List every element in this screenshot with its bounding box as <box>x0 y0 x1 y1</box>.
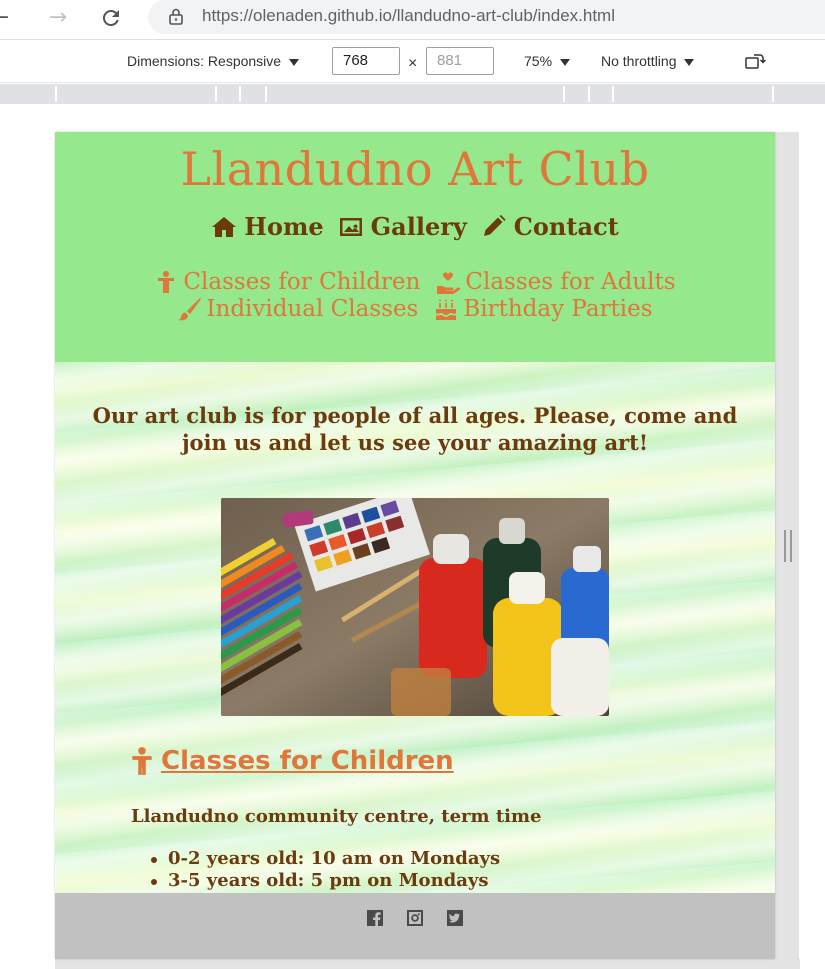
throttling-label: No throttling <box>601 53 677 69</box>
nav-classes-children-label: Classes for Children <box>183 268 421 295</box>
url-text[interactable]: https://olenaden.github.io/llandudno-art… <box>202 6 615 26</box>
classes-nav-row: Classes for Children Classes for Adults <box>55 268 775 295</box>
nav-gallery-link[interactable]: Gallery <box>338 212 467 241</box>
ruler-tick <box>55 86 57 102</box>
zoom-dropdown[interactable]: 75% <box>524 53 571 69</box>
main-content: Our art club is for people of all ages. … <box>55 362 775 893</box>
emulated-page: Llandudno Art Club Home Gallery Contact … <box>55 132 775 959</box>
width-input[interactable]: 768 <box>332 47 400 75</box>
art-supplies-illustration <box>221 498 609 716</box>
location-text: Llandudno community centre, term time <box>131 806 542 827</box>
site-title[interactable]: Llandudno Art Club <box>55 142 775 196</box>
nav-classes-adults-link[interactable]: Classes for Adults <box>436 268 676 295</box>
ruler-tick <box>588 86 590 102</box>
twitter-link[interactable] <box>446 909 464 927</box>
ruler-tick <box>265 86 267 102</box>
facebook-link[interactable] <box>366 909 384 927</box>
classes-nav-row: Individual Classes Birthday Parties <box>55 295 775 322</box>
facebook-icon <box>367 910 383 926</box>
browser-toolbar: ← → https://olenaden.github.io/llandudno… <box>0 0 825 40</box>
site-header: Llandudno Art Club Home Gallery Contact … <box>55 132 775 362</box>
nav-gallery-label: Gallery <box>370 212 467 241</box>
site-footer <box>55 893 775 959</box>
ruler-tick <box>772 86 774 102</box>
device-toolbar: Dimensions: Responsive 768 × 881 75% No … <box>0 41 825 83</box>
chevron-down-icon <box>289 58 300 66</box>
intro-text: Our art club is for people of all ages. … <box>92 403 738 455</box>
nav-birthday-parties-label: Birthday Parties <box>463 295 653 322</box>
reload-icon[interactable] <box>97 4 125 32</box>
dimensions-dropdown[interactable]: Dimensions: Responsive <box>127 53 300 69</box>
classes-nav: Classes for Children Classes for Adults … <box>55 268 775 322</box>
nav-contact-label: Contact <box>513 212 619 241</box>
nav-individual-classes-label: Individual Classes <box>206 295 419 322</box>
birthday-cake-icon <box>436 298 457 320</box>
nav-contact-link[interactable]: Contact <box>481 212 619 241</box>
nav-classes-adults-label: Classes for Adults <box>465 268 676 295</box>
ruler-tick <box>239 86 241 102</box>
height-input[interactable]: 881 <box>426 47 494 75</box>
chevron-down-icon <box>560 58 571 66</box>
forward-arrow-icon[interactable]: → <box>44 4 72 32</box>
list-item: 0-2 years old: 10 am on Mondays <box>151 848 500 870</box>
instagram-icon <box>407 910 423 926</box>
nav-birthday-parties-link[interactable]: Birthday Parties <box>434 295 653 322</box>
twitter-icon <box>447 910 463 926</box>
chevron-down-icon <box>684 58 695 66</box>
classes-for-children-heading-text: Classes for Children <box>161 746 454 776</box>
back-arrow-icon[interactable]: ← <box>0 4 14 32</box>
classes-for-children-heading[interactable]: Classes for Children <box>129 746 454 776</box>
nav-home-label: Home <box>244 212 324 241</box>
viewport-bottom-gutter <box>55 959 800 969</box>
ruler-tick <box>612 86 614 102</box>
rotate-device-icon[interactable] <box>744 52 766 72</box>
list-item: 3-5 years old: 5 pm on Mondays <box>151 870 500 892</box>
pencil-icon <box>483 214 506 236</box>
dimensions-label: Dimensions: Responsive <box>127 53 282 69</box>
lock-icon[interactable] <box>166 6 186 26</box>
child-icon <box>132 747 152 775</box>
image-icon <box>339 217 362 236</box>
ruler-tick <box>215 86 217 102</box>
media-query-ruler[interactable] <box>0 84 825 104</box>
address-bar[interactable]: https://olenaden.github.io/llandudno-art… <box>148 0 825 34</box>
zoom-label: 75% <box>524 53 553 69</box>
instagram-link[interactable] <box>406 909 424 927</box>
paintbrush-icon <box>178 297 202 320</box>
times-sign: × <box>408 55 418 72</box>
child-icon <box>158 270 175 293</box>
main-nav: Home Gallery Contact <box>55 212 775 241</box>
hero-image <box>221 498 609 716</box>
ruler-tick <box>563 86 565 102</box>
nav-individual-classes-link[interactable]: Individual Classes <box>177 295 418 322</box>
resize-handle[interactable] <box>784 530 792 562</box>
hand-holding-heart-icon <box>437 272 461 294</box>
nav-home-link[interactable]: Home <box>211 212 324 241</box>
throttling-dropdown[interactable]: No throttling <box>601 53 695 69</box>
home-icon <box>212 216 237 237</box>
nav-classes-children-link[interactable]: Classes for Children <box>154 268 420 295</box>
schedule-list: 0-2 years old: 10 am on Mondays 3-5 year… <box>151 848 500 892</box>
